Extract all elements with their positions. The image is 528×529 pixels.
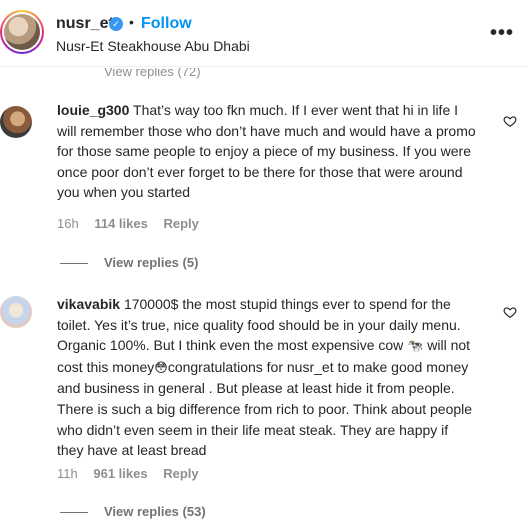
avatar-frame — [2, 12, 42, 52]
comment-likes[interactable]: 961 likes — [93, 466, 147, 481]
like-heart-icon[interactable] — [503, 305, 517, 319]
comment-likes[interactable]: 114 likes — [94, 216, 148, 231]
comment-time[interactable]: 16h — [57, 216, 79, 231]
view-replies-label: View replies (53) — [104, 504, 206, 519]
replies-divider — [60, 263, 88, 265]
comment-username[interactable]: vikavabik — [57, 296, 120, 312]
verified-badge-icon: ✓ — [109, 17, 123, 31]
follow-button[interactable]: Follow — [141, 15, 192, 33]
profile-avatar[interactable] — [0, 10, 44, 54]
view-replies-label: View replies (5) — [104, 255, 199, 270]
comment-body: vikavabik 170000$ the most stupid things… — [57, 294, 477, 461]
replies-divider — [60, 512, 88, 514]
reply-button[interactable]: Reply — [163, 466, 198, 481]
comment-meta: 16h 114 likes Reply — [57, 216, 211, 231]
header-separator: • — [129, 14, 134, 30]
header-username[interactable]: nusr_et — [56, 15, 114, 33]
more-options-icon[interactable]: ••• — [490, 22, 514, 45]
commenter-avatar[interactable] — [0, 296, 32, 328]
view-replies-button[interactable]: View replies (53) — [60, 504, 206, 519]
comment-body: louie_g300 That’s way too fkn much. If I… — [57, 100, 477, 203]
post-header: nusr_et ✓ • Follow Nusr-Et Steakhouse Ab… — [0, 0, 528, 67]
comment-time[interactable]: 11h — [57, 466, 78, 481]
avatar-image — [4, 14, 40, 50]
cow-emoji: 🐄 — [407, 338, 424, 354]
comment-meta: 11h 961 likes Reply — [57, 466, 211, 481]
like-heart-icon[interactable] — [503, 114, 517, 128]
comment-username[interactable]: louie_g300 — [57, 102, 129, 118]
commenter-avatar[interactable] — [0, 106, 32, 138]
view-replies-button[interactable]: View replies (5) — [60, 255, 198, 270]
reply-button[interactable]: Reply — [163, 216, 198, 231]
flushed-face-emoji: 😳 — [154, 359, 168, 375]
location-link[interactable]: Nusr-Et Steakhouse Abu Dhabi — [56, 38, 250, 54]
